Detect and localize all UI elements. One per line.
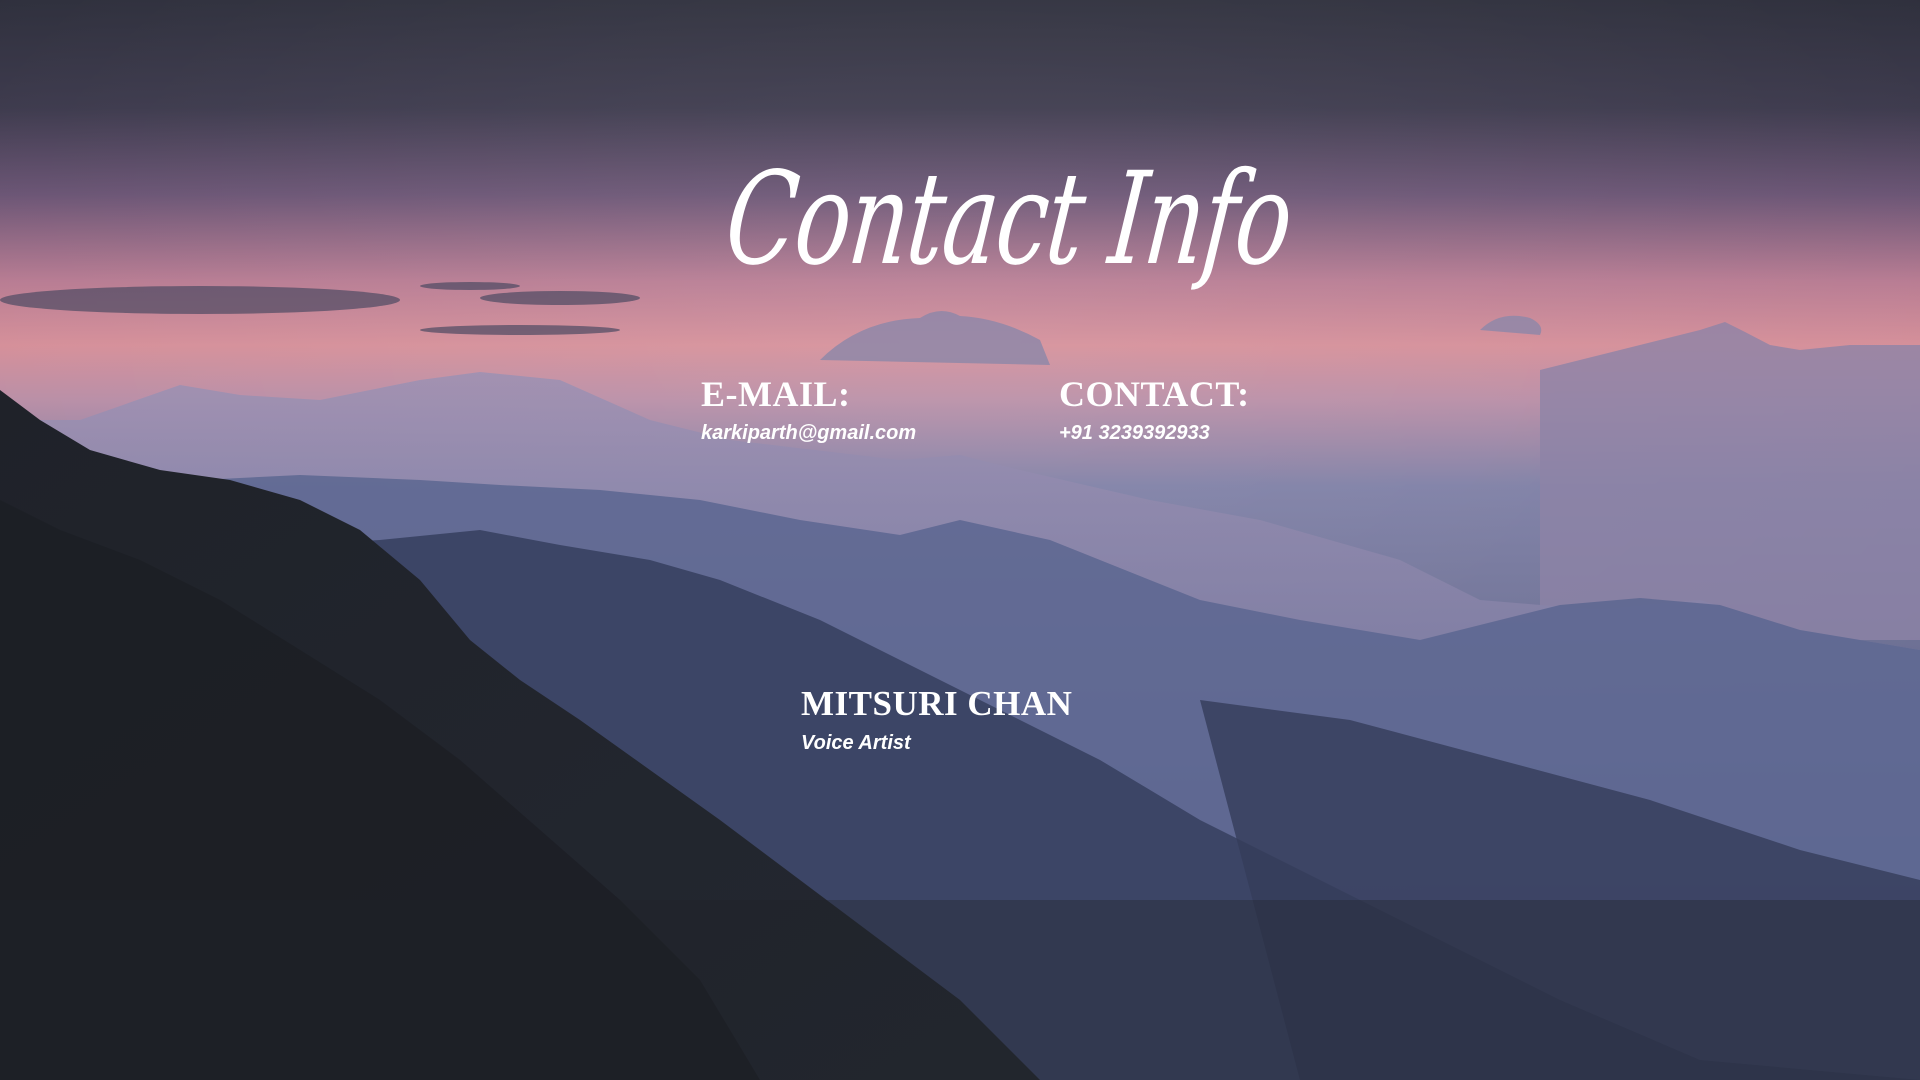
email-label: E-MAIL: — [701, 374, 851, 414]
contact-label: CONTACT: — [1059, 374, 1250, 414]
email-value: karkiparth@gmail.com — [701, 422, 917, 444]
person-role: Voice Artist — [801, 732, 911, 754]
contact-value: +91 3239392933 — [1059, 422, 1210, 444]
page-title: Contact Info — [719, 145, 1298, 294]
contact-slide: Contact Info E-MAIL: karkiparth@gmail.co… — [0, 0, 1920, 1080]
person-name: MITSURI CHAN — [801, 684, 1073, 723]
